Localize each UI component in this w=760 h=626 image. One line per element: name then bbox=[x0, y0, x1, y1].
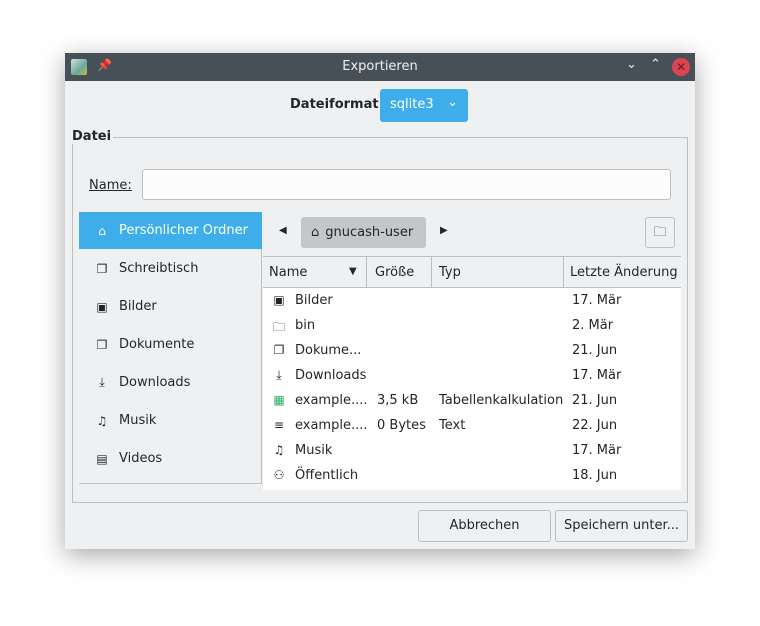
sidebar-item-label: Musik bbox=[119, 413, 157, 428]
format-select[interactable]: sqlite3 ⌄ bbox=[380, 89, 468, 122]
place-icon: ⤓ bbox=[99, 375, 105, 389]
place-icon: ▣ bbox=[96, 299, 108, 314]
file-name: Dokume... bbox=[295, 343, 362, 358]
sidebar-item[interactable]: ⤓ Downloads bbox=[79, 364, 262, 401]
file-modified: 18. Jun bbox=[572, 468, 618, 483]
place-icon: ♫ bbox=[96, 413, 108, 428]
file-modified: 17. Mär bbox=[572, 443, 622, 458]
save-as-button[interactable]: Speichern unter... bbox=[555, 510, 688, 542]
file-group-legend: Datei bbox=[72, 129, 114, 144]
file-icon: ♫ bbox=[273, 443, 285, 457]
path-crumb-home[interactable]: ⌂ gnucash-user bbox=[301, 217, 426, 248]
file-icon: 🗀 bbox=[272, 320, 285, 334]
file-name: example.... bbox=[295, 393, 368, 408]
file-size: 3,5 kB bbox=[377, 393, 419, 408]
table-row[interactable]: ♫ Musik 17. Mär bbox=[263, 438, 681, 463]
table-row[interactable]: ⚇ Öffentlich 18. Jun bbox=[263, 463, 681, 488]
table-header: Name ▼ Größe Typ Letzte Änderung bbox=[263, 256, 681, 288]
file-name: Öffentlich bbox=[295, 468, 359, 483]
file-modified: 21. Jun bbox=[572, 393, 618, 408]
chevron-down-icon: ⌄ bbox=[447, 95, 458, 110]
title-bar: 📌 Exportieren ⌄ ⌃ ✕ bbox=[65, 53, 695, 81]
table-row[interactable]: ⤓ Downloads 17. Mär bbox=[263, 363, 681, 388]
places-sidebar: ⌂ Persönlicher Ordner ❐ Schreibtisch ▣ Bilder… bbox=[79, 212, 262, 484]
table-row[interactable]: ≡ example.... 0 Bytes Text 22. Jun bbox=[263, 413, 681, 438]
sidebar-item[interactable]: ♫ Musik bbox=[79, 402, 262, 439]
new-folder-button[interactable]: 🗀 bbox=[645, 217, 675, 248]
format-label: Dateiformat bbox=[290, 97, 379, 112]
minimize-button[interactable]: ⌄ bbox=[626, 57, 637, 72]
file-size: 0 Bytes bbox=[377, 418, 426, 433]
sidebar-item-label: Persönlicher Ordner bbox=[119, 223, 248, 238]
sidebar-item[interactable]: ❐ Dokumente bbox=[79, 326, 262, 363]
sort-down-icon: ▼ bbox=[349, 266, 357, 277]
file-name: example.... bbox=[295, 418, 368, 433]
maximize-button[interactable]: ⌃ bbox=[650, 57, 661, 72]
column-header-size[interactable]: Größe bbox=[375, 265, 414, 280]
sidebar-item[interactable]: ▤ Videos bbox=[79, 440, 262, 477]
format-value: sqlite3 bbox=[390, 97, 434, 112]
file-icon: ▦ bbox=[273, 393, 285, 407]
file-name: bin bbox=[295, 318, 316, 333]
file-type: Text bbox=[439, 418, 466, 433]
file-icon: ≡ bbox=[273, 418, 285, 432]
file-type: Tabellenkalkulation bbox=[439, 393, 564, 408]
table-row[interactable]: ▦ example.... 3,5 kB Tabellenkalkulation… bbox=[263, 388, 681, 413]
sidebar-item-label: Downloads bbox=[119, 375, 191, 390]
place-icon: ❐ bbox=[96, 337, 108, 352]
file-name: Downloads bbox=[295, 368, 367, 383]
sidebar-item-label: Videos bbox=[119, 451, 163, 466]
file-table: Name ▼ Größe Typ Letzte Änderung ▣ Bilde… bbox=[263, 256, 681, 490]
place-icon: ▤ bbox=[96, 451, 108, 466]
place-icon: ❐ bbox=[96, 261, 108, 276]
file-icon: ⤓ bbox=[276, 368, 282, 382]
file-icon: ▣ bbox=[273, 293, 285, 307]
path-crumb-label: gnucash-user bbox=[325, 225, 414, 240]
sidebar-item-label: Dokumente bbox=[119, 337, 195, 352]
place-icon: ⌂ bbox=[98, 223, 106, 238]
column-header-modified[interactable]: Letzte Änderung bbox=[570, 265, 678, 280]
file-modified: 22. Jun bbox=[572, 418, 618, 433]
file-name: Bilder bbox=[295, 293, 333, 308]
window-title: Exportieren bbox=[342, 59, 418, 74]
table-row[interactable]: ▣ Bilder 17. Mär bbox=[263, 288, 681, 313]
file-icon: ⚇ bbox=[273, 468, 285, 482]
file-name: Musik bbox=[295, 443, 333, 458]
file-modified: 2. Mär bbox=[572, 318, 614, 333]
name-input[interactable] bbox=[142, 169, 671, 200]
file-modified: 17. Mär bbox=[572, 293, 622, 308]
close-button[interactable]: ✕ bbox=[672, 58, 690, 76]
sidebar-item-label: Schreibtisch bbox=[119, 261, 199, 276]
sidebar-item[interactable]: ⌂ Persönlicher Ordner bbox=[79, 212, 262, 249]
new-folder-icon: 🗀 bbox=[653, 225, 667, 240]
file-modified: 17. Mär bbox=[572, 368, 622, 383]
column-header-type[interactable]: Typ bbox=[439, 265, 461, 280]
file-modified: 21. Jun bbox=[572, 343, 618, 358]
home-icon: ⌂ bbox=[311, 225, 320, 240]
table-row[interactable]: ❐ Dokume... 21. Jun bbox=[263, 338, 681, 363]
name-label: Name: bbox=[89, 178, 132, 193]
cancel-button[interactable]: Abbrechen bbox=[418, 510, 551, 542]
column-header-name[interactable]: Name bbox=[269, 265, 307, 280]
sidebar-item-label: Bilder bbox=[119, 299, 157, 314]
forward-arrow-icon[interactable]: ▶ bbox=[440, 225, 448, 236]
back-arrow-icon[interactable]: ◀ bbox=[279, 225, 287, 236]
table-row[interactable]: 🗀 bin 2. Mär bbox=[263, 313, 681, 338]
sidebar-item[interactable]: ❐ Schreibtisch bbox=[79, 250, 262, 287]
file-icon: ❐ bbox=[273, 343, 285, 357]
sidebar-item[interactable]: ▣ Bilder bbox=[79, 288, 262, 325]
export-dialog: 📌 Exportieren ⌄ ⌃ ✕ Dateiformat sqlite3 ⌄… bbox=[65, 53, 695, 549]
